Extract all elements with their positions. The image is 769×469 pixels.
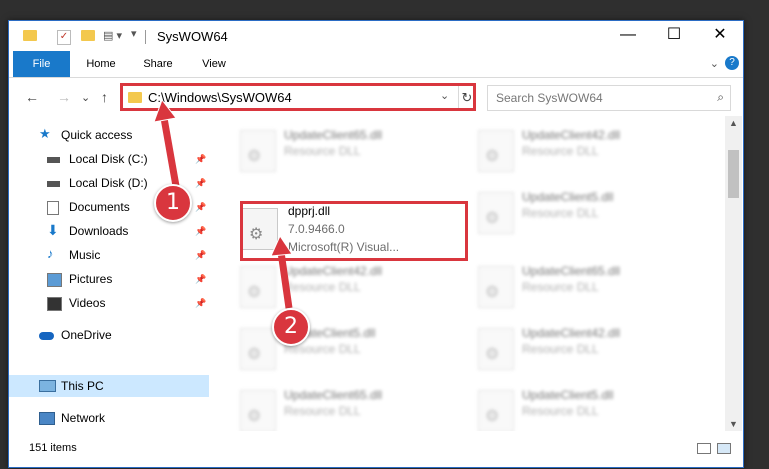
arrow-1-shaft <box>160 117 180 187</box>
arrow-2-shaft <box>277 251 293 309</box>
arrow-1-head <box>153 98 177 123</box>
callout-arrows <box>153 98 293 309</box>
arrow-2-head <box>270 234 293 257</box>
callout-marker-2: 2 <box>272 308 310 346</box>
callout-marker-1: 1 <box>154 184 192 222</box>
